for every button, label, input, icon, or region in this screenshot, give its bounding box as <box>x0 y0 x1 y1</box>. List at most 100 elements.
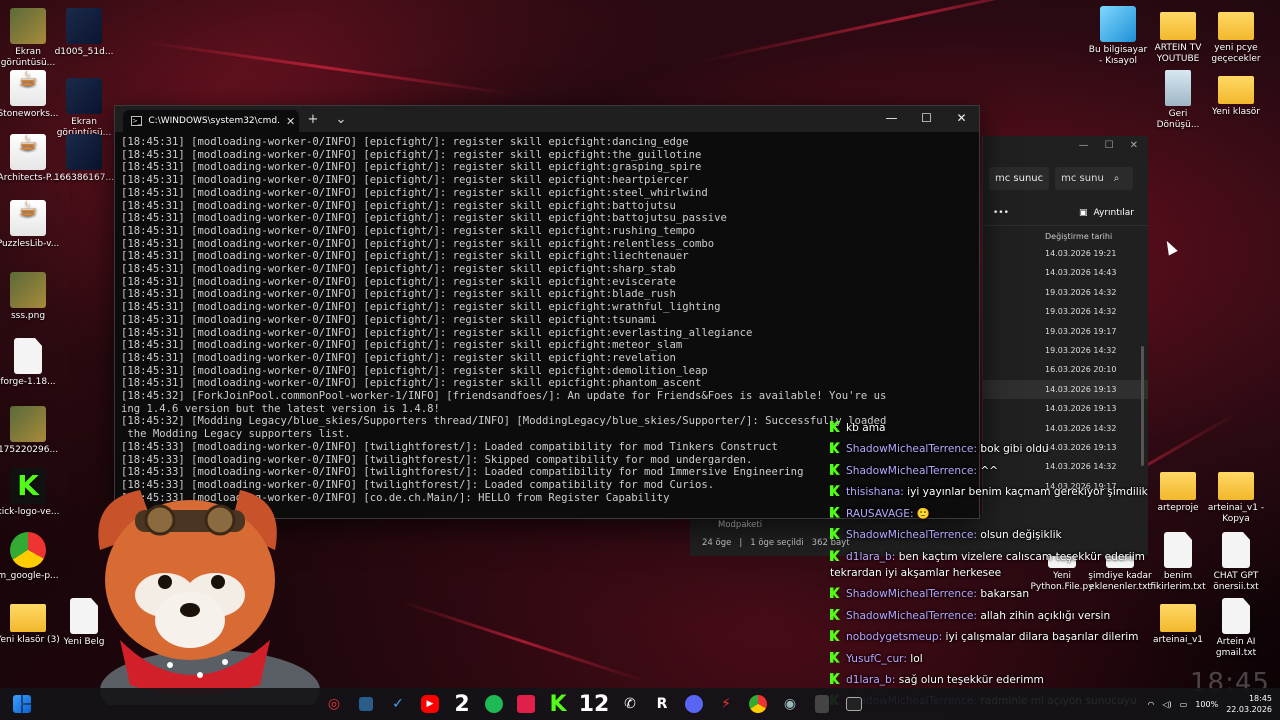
discord-icon[interactable] <box>678 688 710 720</box>
battery-icon[interactable]: ▭ <box>1180 700 1188 709</box>
r-app-icon[interactable]: R <box>646 688 678 720</box>
calculator-icon[interactable] <box>806 688 838 720</box>
wifi-icon[interactable]: ◠ <box>1147 700 1154 709</box>
file-row-date[interactable]: 19.03.2026 14:32 <box>1045 302 1148 321</box>
spotify-icon[interactable] <box>478 688 510 720</box>
left-desktop-item[interactable]: Ekran görüntüsü... <box>52 78 116 139</box>
console-line: [18:45:31] [modloading-worker-0/INFO] [e… <box>121 288 676 301</box>
desktop-item-label: d1005_51d... <box>54 47 114 57</box>
maximize-icon[interactable]: ☐ <box>1105 136 1114 156</box>
java-icon <box>10 70 46 106</box>
console-line: [18:45:31] [modloading-worker-0/INFO] [e… <box>121 364 708 377</box>
file-row-date[interactable]: 19.03.2026 14:32 <box>1045 283 1148 302</box>
new-tab-button[interactable]: + <box>299 112 327 127</box>
right-desktop-item[interactable]: Artein AI gmail.txt <box>1204 598 1268 659</box>
kick-badge-icon <box>830 442 840 454</box>
minimize-button[interactable]: — <box>874 106 909 132</box>
kick-icon[interactable]: K <box>542 688 574 720</box>
kick-badge-icon <box>830 550 840 562</box>
image-icon <box>66 8 102 44</box>
left-desktop-item[interactable]: 166386167... <box>52 134 116 184</box>
chat-username: ShadowMichealTerrence: <box>846 588 981 601</box>
left-desktop-item[interactable]: 175220296... <box>0 406 60 456</box>
close-icon[interactable]: ✕ <box>1130 136 1138 156</box>
console-line: [18:45:31] [modloading-worker-0/INFO] [e… <box>121 174 689 187</box>
chat-message: ShadowMichealTerrence: ^^ <box>830 461 1180 482</box>
clock[interactable]: 18:45 22.03.2026 <box>1226 693 1272 715</box>
chrome-icon[interactable] <box>742 688 774 720</box>
chat-message: ShadowMichealTerrence: bok gibi oldu <box>830 439 1180 460</box>
file-row-date[interactable]: 16.03.2026 20:10 <box>1045 360 1148 379</box>
minimize-icon[interactable]: — <box>1079 136 1089 156</box>
terminal-tab[interactable]: >_ C:\WINDOWS\system32\cmd. ✕ <box>123 110 299 132</box>
more-options-icon[interactable]: ••• <box>993 208 1009 218</box>
file-row-date[interactable]: 14.03.2026 19:13 <box>1045 399 1148 418</box>
search-input[interactable]: mc sunu ⌕ <box>1055 166 1134 190</box>
file-row-date[interactable]: 19.03.2026 14:32 <box>1045 341 1148 360</box>
left-desktop-item[interactable]: Yeni klasör (3) <box>0 598 60 646</box>
file-icon <box>1222 532 1250 568</box>
kick-badge-icon <box>830 587 840 599</box>
kick-badge-icon <box>830 485 840 497</box>
chat-text: lol <box>910 652 923 665</box>
left-desktop-item[interactable]: Stoneworks... <box>0 70 60 120</box>
file-explorer-icon[interactable] <box>350 688 382 720</box>
desktop-item-label: m_google-p... <box>0 571 59 581</box>
right-desktop-item[interactable]: Bu bilgisayar - Kısayol <box>1086 6 1150 67</box>
edge-icon[interactable]: ✓ <box>382 688 414 720</box>
terminal-titlebar[interactable]: >_ C:\WINDOWS\system32\cmd. ✕ + ⌄ — ☐ ✕ <box>115 106 979 132</box>
steam-icon[interactable]: ◉ <box>774 688 806 720</box>
kick-badge-icon <box>830 506 840 518</box>
column-header-date[interactable]: Değiştirme tarihi <box>983 226 1148 244</box>
breadcrumb[interactable]: mc sunuc <box>989 166 1050 190</box>
badge-two[interactable]: 2 <box>446 688 478 720</box>
right-desktop-item[interactable]: Yeni klasör <box>1204 70 1268 118</box>
desktop-item-label: arteinai_v1 - Kopya <box>1207 503 1265 524</box>
wallpaper-streak <box>139 40 517 96</box>
desktop-item-label: kick-logo-ve... <box>0 507 60 517</box>
left-desktop-item[interactable]: PuzzlesLib-v... <box>0 200 60 250</box>
image-icon <box>10 532 46 568</box>
left-desktop-item[interactable]: Architects-P... <box>0 134 60 184</box>
terminal-icon[interactable] <box>838 688 870 720</box>
search-icon: ⌕ <box>1113 172 1120 184</box>
console-line: [18:45:31] [modloading-worker-0/INFO] [e… <box>121 377 702 390</box>
left-desktop-item[interactable]: forge-1.18... <box>0 338 60 388</box>
file-row-date[interactable]: 14.03.2026 19:21 <box>1045 244 1148 263</box>
wallpaper-streak <box>399 600 648 684</box>
pc-icon <box>1100 6 1136 42</box>
left-desktop-item[interactable]: d1005_51d... <box>52 8 116 58</box>
volume-icon[interactable]: ◁) <box>1162 700 1171 709</box>
security-icon[interactable]: ◎ <box>318 688 350 720</box>
right-desktop-item[interactable]: yeni pcye geçecekler <box>1204 6 1268 65</box>
file-row-date[interactable]: 14.03.2026 14:43 <box>1045 263 1148 282</box>
windows-start-icon[interactable] <box>6 688 38 720</box>
right-desktop-item[interactable]: Geri Dönüşü... <box>1146 70 1210 131</box>
right-desktop-item[interactable]: arteinai_v1 - Kopya <box>1204 466 1268 525</box>
close-button[interactable]: ✕ <box>944 106 979 132</box>
tab-dropdown-button[interactable]: ⌄ <box>327 112 355 127</box>
file-row-date[interactable]: 19.03.2026 19:17 <box>1045 322 1148 341</box>
left-desktop-item[interactable]: m_google-p... <box>0 532 60 582</box>
desktop-item-label: Stoneworks... <box>0 109 59 119</box>
left-desktop-item[interactable]: sss.png <box>0 272 60 322</box>
close-tab-icon[interactable]: ✕ <box>286 115 295 128</box>
details-button[interactable]: ▣ Ayrıntılar <box>1079 208 1134 218</box>
tiktok-icon[interactable] <box>510 688 542 720</box>
left-desktop-item[interactable]: Ekran görüntüsü... <box>0 8 60 69</box>
chat-text: 🙂 <box>916 507 931 520</box>
maximize-button[interactable]: ☐ <box>909 106 944 132</box>
chat-username: thisishana: <box>846 486 908 499</box>
desktop-item-label: Ekran görüntüsü... <box>0 47 56 68</box>
console-line: [18:45:31] [modloading-worker-0/INFO] [e… <box>121 326 753 339</box>
left-desktop-item[interactable]: Kkick-logo-ve... <box>0 468 60 518</box>
whatsapp-icon[interactable]: ✆ <box>614 688 646 720</box>
file-row-date[interactable]: 14.03.2026 19:13 <box>983 379 1148 400</box>
screenshot-icon <box>66 78 102 114</box>
console-line: [18:45:31] [modloading-worker-0/INFO] [e… <box>121 212 727 225</box>
youtube-icon[interactable]: ▶ <box>414 688 446 720</box>
right-desktop-item[interactable]: CHAT GPT önersii.txt <box>1204 532 1268 593</box>
badge-twelve[interactable]: 12 <box>574 688 614 720</box>
game-icon[interactable]: ⚡ <box>710 688 742 720</box>
right-desktop-item[interactable]: ARTEIN TV YOUTUBE <box>1146 6 1210 65</box>
